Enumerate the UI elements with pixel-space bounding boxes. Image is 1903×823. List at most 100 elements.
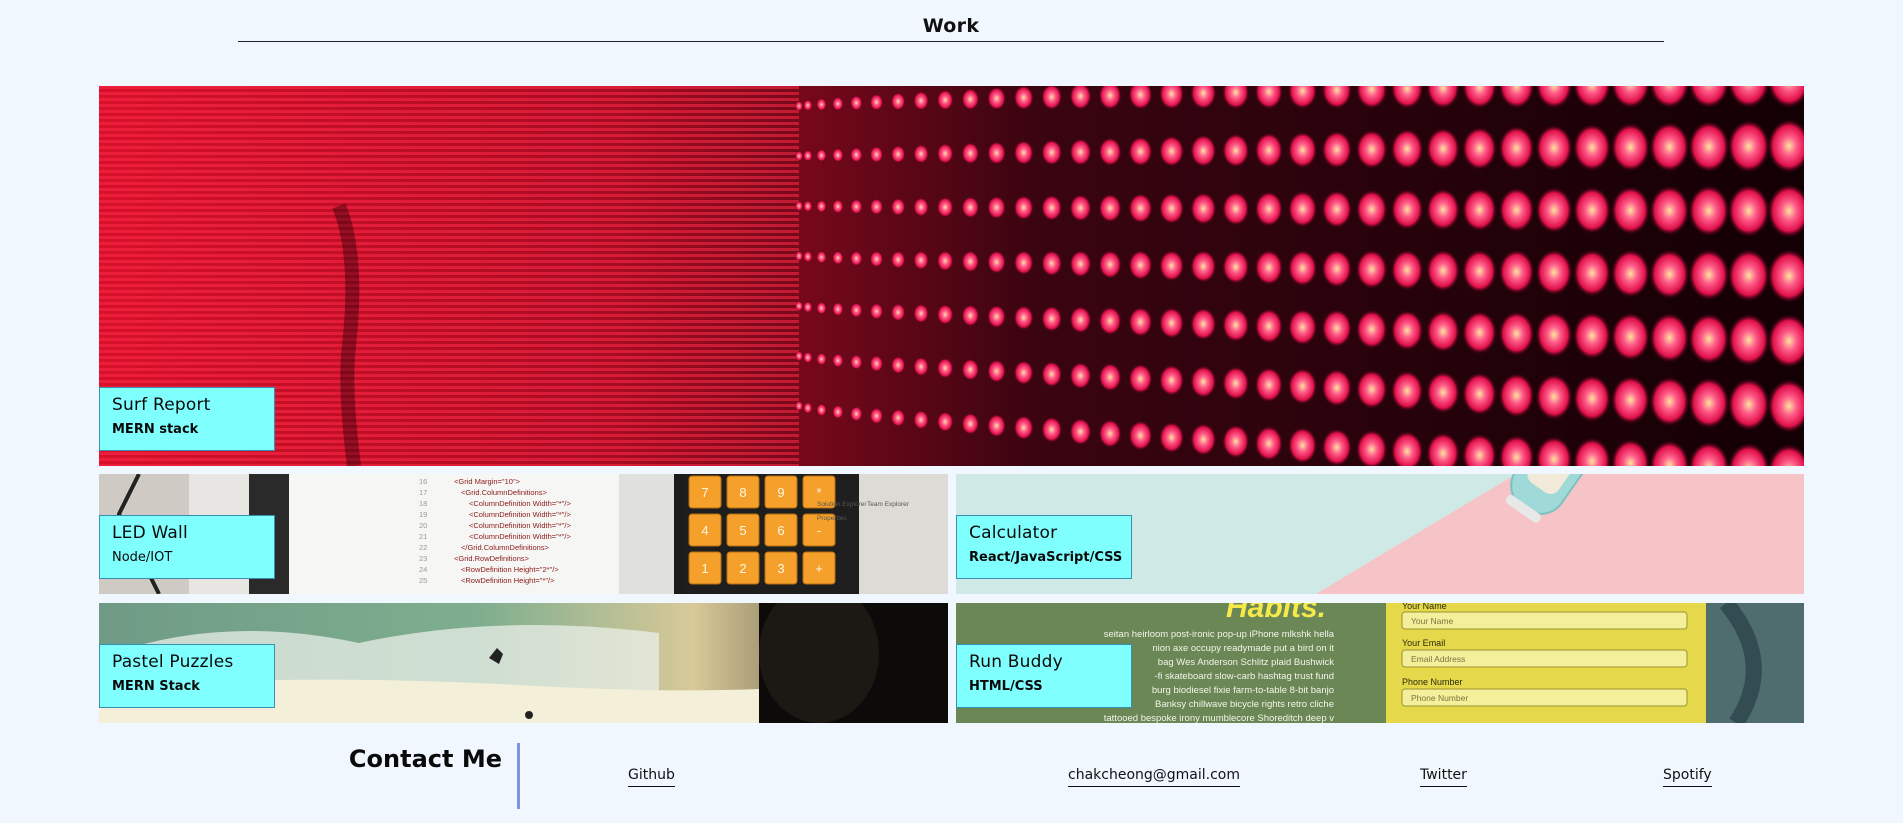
form-label: Phone Number bbox=[1402, 677, 1463, 687]
led-dot bbox=[1390, 189, 1424, 230]
led-dot bbox=[1649, 312, 1690, 363]
led-dot bbox=[816, 199, 827, 213]
calculator-key-label: 3 bbox=[777, 561, 784, 576]
led-dot bbox=[803, 99, 813, 111]
project-tile-pastel-puzzles[interactable]: Pastel Puzzles MERN Stack bbox=[99, 603, 948, 723]
led-dot bbox=[803, 200, 813, 212]
led-dot bbox=[1390, 128, 1424, 170]
calculator-key-label: 1 bbox=[701, 561, 708, 576]
led-dot bbox=[869, 407, 884, 425]
led-dot bbox=[832, 250, 844, 265]
preview-body-line: nion axe occupy readymade put a bird on … bbox=[1152, 643, 1334, 654]
led-dot bbox=[1069, 194, 1092, 222]
led-dot bbox=[1688, 249, 1730, 301]
preview-body-line: burg biodiesel fixie farm-to-table 8-bit… bbox=[1152, 685, 1334, 696]
led-dot bbox=[1159, 364, 1185, 396]
led-dot bbox=[816, 250, 827, 264]
led-dot bbox=[1159, 421, 1185, 454]
led-dot bbox=[1498, 249, 1535, 295]
led-dot bbox=[1649, 376, 1690, 427]
led-dot bbox=[1462, 310, 1497, 355]
led-dot bbox=[803, 351, 813, 364]
code-line-number: 22 bbox=[419, 543, 427, 552]
calculator-key-label: 2 bbox=[739, 561, 746, 576]
led-dot bbox=[1159, 307, 1185, 339]
led-dot bbox=[1611, 312, 1650, 362]
project-subtitle: React/JavaScript/CSS bbox=[969, 550, 1123, 565]
contact-heading: Contact Me bbox=[348, 745, 502, 773]
led-dot bbox=[1611, 186, 1650, 235]
led-dot bbox=[961, 412, 980, 435]
led-dot bbox=[1287, 308, 1318, 346]
contact-divider bbox=[517, 743, 520, 809]
twitter-link[interactable]: Twitter bbox=[1420, 766, 1467, 787]
led-dot bbox=[890, 303, 906, 322]
led-dot bbox=[1190, 307, 1217, 341]
calculator-key-label: + bbox=[815, 561, 823, 576]
led-dot bbox=[1535, 311, 1573, 358]
led-dot bbox=[1462, 126, 1497, 171]
led-dot bbox=[869, 355, 884, 372]
led-dot bbox=[1254, 249, 1283, 286]
led-dot bbox=[1190, 365, 1217, 399]
led-dot bbox=[1462, 372, 1497, 416]
led-dot bbox=[1222, 308, 1250, 343]
led-dot bbox=[1355, 249, 1388, 289]
led-dot bbox=[1649, 249, 1690, 300]
project-label: Pastel Puzzles MERN Stack bbox=[99, 644, 275, 708]
preview-body-line: Banksy chillwave bicycle rights retro cl… bbox=[1155, 699, 1334, 710]
led-dot bbox=[1573, 374, 1611, 423]
led-dot bbox=[1321, 368, 1353, 407]
project-tile-led-wall[interactable]: 16 17 18 19 20 21 22 23 24 25 <Grid Marg… bbox=[99, 474, 948, 594]
led-dot bbox=[1727, 119, 1770, 173]
led-dot bbox=[795, 401, 803, 411]
led-dot bbox=[936, 196, 954, 218]
spotify-link[interactable]: Spotify bbox=[1663, 766, 1712, 787]
led-dot bbox=[1041, 361, 1063, 388]
led-dot bbox=[1426, 188, 1460, 231]
preview-signup-form: Your Name Your Name Your Email Email Add… bbox=[1401, 603, 1688, 707]
project-title: Pastel Puzzles bbox=[112, 652, 234, 672]
calculator-key-label: - bbox=[817, 523, 821, 538]
led-dot bbox=[1013, 360, 1034, 385]
led-dot bbox=[1535, 373, 1573, 420]
panel-tab: Solution Explorer bbox=[817, 501, 867, 508]
led-dot bbox=[913, 356, 929, 377]
project-tile-calculator[interactable]: Calculator React/JavaScript/CSS bbox=[956, 474, 1804, 594]
preview-body-line: -fi skateboard slow-carb hashtag trust f… bbox=[1154, 671, 1334, 682]
led-dot bbox=[987, 195, 1006, 220]
led-dot bbox=[936, 143, 954, 164]
calculator-key-label: 4 bbox=[701, 523, 708, 538]
led-dot bbox=[987, 414, 1006, 438]
preview-heading: Habits. bbox=[1226, 603, 1326, 624]
led-dot bbox=[1159, 192, 1185, 225]
led-dot bbox=[890, 408, 906, 427]
project-subtitle: MERN Stack bbox=[112, 679, 200, 694]
led-dot bbox=[1649, 185, 1690, 236]
email-link[interactable]: chakcheong@gmail.com bbox=[1068, 766, 1240, 787]
led-dot bbox=[803, 402, 813, 414]
portfolio-page: Work Surf Report MERN stack 16 17 18 19 … bbox=[0, 0, 1903, 823]
led-dot bbox=[913, 197, 929, 217]
calculator-key-label: 5 bbox=[739, 523, 746, 538]
led-dot bbox=[1390, 310, 1424, 351]
led-dot bbox=[1287, 131, 1318, 169]
led-dot bbox=[850, 147, 863, 163]
led-dot bbox=[1321, 190, 1353, 229]
led-dot bbox=[1098, 193, 1122, 223]
led-dot bbox=[1098, 419, 1122, 448]
led-dot bbox=[936, 304, 954, 325]
github-link[interactable]: Github bbox=[628, 766, 675, 787]
led-dot bbox=[816, 98, 827, 111]
form-label: Your Name bbox=[1402, 603, 1447, 611]
led-dot bbox=[1321, 249, 1353, 288]
led-dot bbox=[1573, 123, 1611, 172]
led-dot bbox=[1254, 367, 1283, 403]
code-line-number: 24 bbox=[419, 565, 427, 574]
led-dot bbox=[987, 304, 1006, 329]
led-dot bbox=[1041, 139, 1063, 166]
led-dot bbox=[936, 250, 954, 272]
code-line: <RowDefinition Height="*"/> bbox=[461, 576, 555, 585]
project-tile-surf-report[interactable]: Surf Report MERN stack bbox=[99, 86, 1804, 466]
project-tile-run-buddy[interactable]: Habits. seitan heirloom post-ironic pop-… bbox=[956, 603, 1804, 723]
